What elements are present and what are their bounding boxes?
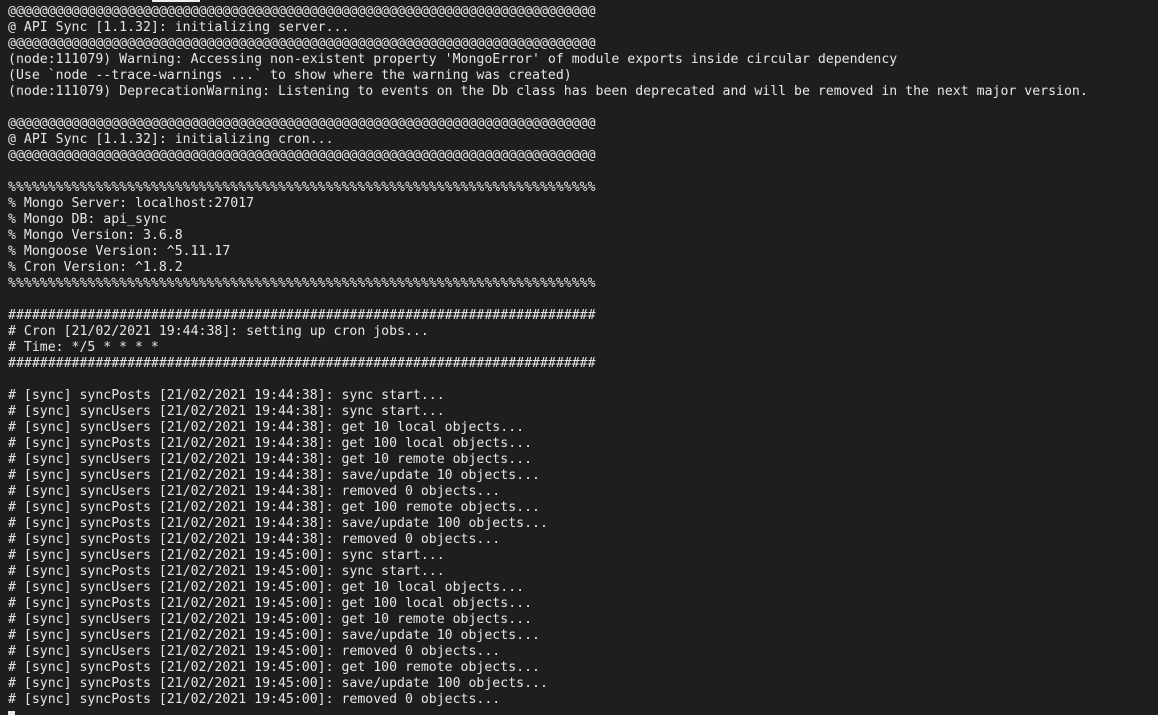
terminal-line: # [sync] syncPosts [21/02/2021 19:45:00]… [8, 692, 501, 707]
terminal-line: @@@@@@@@@@@@@@@@@@@@@@@@@@@@@@@@@@@@@@@@… [8, 148, 596, 163]
terminal-line: % Mongo DB: api_sync [8, 212, 167, 227]
terminal-line: %%%%%%%%%%%%%%%%%%%%%%%%%%%%%%%%%%%%%%%%… [8, 180, 596, 195]
terminal-line: % Mongoose Version: ^5.11.17 [8, 244, 231, 259]
terminal-prompt-line[interactable] [8, 708, 1158, 715]
terminal-line: # [sync] syncPosts [21/02/2021 19:44:38]… [8, 500, 540, 515]
terminal-line: # [sync] syncUsers [21/02/2021 19:45:00]… [8, 612, 533, 627]
terminal-line: # [sync] syncUsers [21/02/2021 19:45:00]… [8, 628, 540, 643]
terminal-line: # [sync] syncPosts [21/02/2021 19:44:38]… [8, 388, 445, 403]
selection-highlight [152, 0, 200, 2]
terminal-output: @@@@@@@@@@@@@@@@@@@@@@@@@@@@@@@@@@@@@@@@… [8, 4, 1158, 715]
terminal-line: # [sync] syncPosts [21/02/2021 19:45:00]… [8, 596, 533, 611]
terminal-line: # [sync] syncUsers [21/02/2021 19:44:38]… [8, 420, 525, 435]
terminal-line: @@@@@@@@@@@@@@@@@@@@@@@@@@@@@@@@@@@@@@@@… [8, 116, 596, 131]
terminal-line: # [sync] syncPosts [21/02/2021 19:45:00]… [8, 564, 445, 579]
terminal-line: @ API Sync [1.1.32]: initializing server… [8, 20, 350, 35]
terminal-line: # [sync] syncUsers [21/02/2021 19:44:38]… [8, 468, 540, 483]
terminal-line: # [sync] syncUsers [21/02/2021 19:44:38]… [8, 404, 445, 419]
terminal-line: % Cron Version: ^1.8.2 [8, 260, 183, 275]
terminal-line: # [sync] syncPosts [21/02/2021 19:45:00]… [8, 660, 540, 675]
terminal-line: ########################################… [8, 356, 596, 371]
terminal-line: # [sync] syncUsers [21/02/2021 19:45:00]… [8, 644, 501, 659]
terminal-line: # [sync] syncUsers [21/02/2021 19:44:38]… [8, 484, 501, 499]
terminal-line: # [sync] syncUsers [21/02/2021 19:45:00]… [8, 548, 445, 563]
terminal-line: %%%%%%%%%%%%%%%%%%%%%%%%%%%%%%%%%%%%%%%%… [8, 276, 596, 291]
terminal-line: # [sync] syncUsers [21/02/2021 19:44:38]… [8, 452, 533, 467]
terminal-line: # [sync] syncPosts [21/02/2021 19:44:38]… [8, 516, 548, 531]
terminal-line: # Time: */5 * * * * [8, 340, 159, 355]
terminal-line: # [sync] syncPosts [21/02/2021 19:44:38]… [8, 436, 533, 451]
terminal-line: (Use `node --trace-warnings ...` to show… [8, 68, 572, 83]
cursor-icon [8, 711, 15, 715]
terminal-line: # [sync] syncPosts [21/02/2021 19:44:38]… [8, 532, 501, 547]
terminal-line: # Cron [21/02/2021 19:44:38]: setting up… [8, 324, 429, 339]
terminal-line: @@@@@@@@@@@@@@@@@@@@@@@@@@@@@@@@@@@@@@@@… [8, 36, 596, 51]
terminal-line: # [sync] syncUsers [21/02/2021 19:45:00]… [8, 580, 525, 595]
terminal-line: # [sync] syncPosts [21/02/2021 19:45:00]… [8, 676, 548, 691]
terminal-window[interactable]: @@@@@@@@@@@@@@@@@@@@@@@@@@@@@@@@@@@@@@@@… [0, 0, 1158, 715]
terminal-line: ########################################… [8, 308, 596, 323]
terminal-line: @@@@@@@@@@@@@@@@@@@@@@@@@@@@@@@@@@@@@@@@… [8, 4, 596, 19]
terminal-line: % Mongo Server: localhost:27017 [8, 196, 255, 211]
terminal-line: @ API Sync [1.1.32]: initializing cron..… [8, 132, 334, 147]
terminal-line: % Mongo Version: 3.6.8 [8, 228, 183, 243]
terminal-line: (node:111079) DeprecationWarning: Listen… [8, 84, 1088, 99]
terminal-line: (node:111079) Warning: Accessing non-exi… [8, 52, 898, 67]
